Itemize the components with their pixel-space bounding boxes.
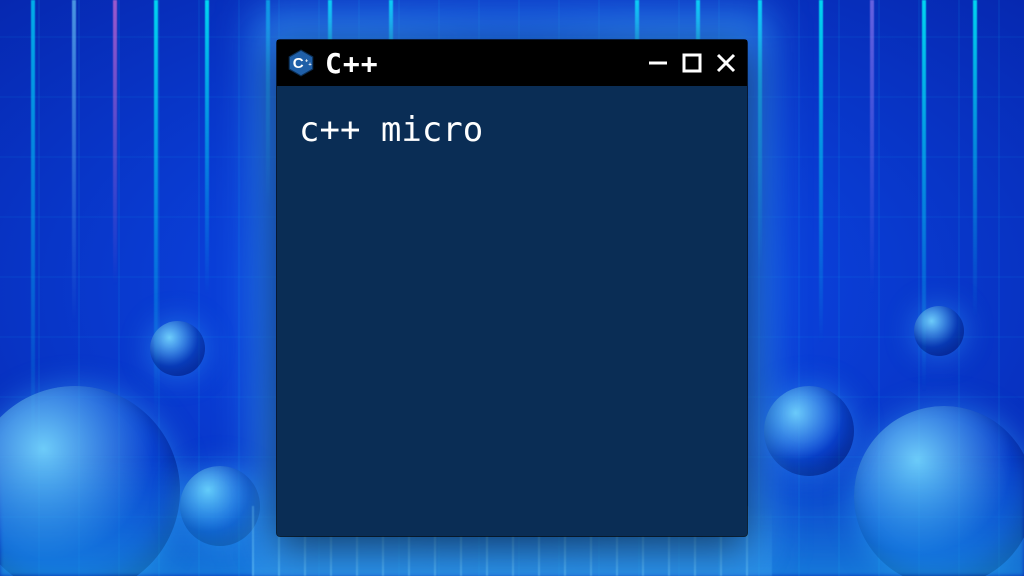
- terminal-client-area[interactable]: c++ micro: [277, 86, 747, 536]
- terminal-text: c++ micro: [299, 110, 483, 150]
- minimize-button[interactable]: [647, 52, 669, 74]
- minimize-icon: [647, 52, 669, 74]
- maximize-icon: [682, 53, 702, 73]
- window-controls: [647, 52, 737, 74]
- window-title: C++: [325, 47, 379, 80]
- titlebar[interactable]: C + + C++: [277, 40, 747, 86]
- maximize-button[interactable]: [681, 52, 703, 74]
- close-icon: [715, 52, 737, 74]
- app-window: C + + C++ c++: [277, 40, 747, 536]
- close-button[interactable]: [715, 52, 737, 74]
- svg-text:C: C: [293, 55, 304, 72]
- cpp-logo-icon: C + +: [287, 49, 315, 77]
